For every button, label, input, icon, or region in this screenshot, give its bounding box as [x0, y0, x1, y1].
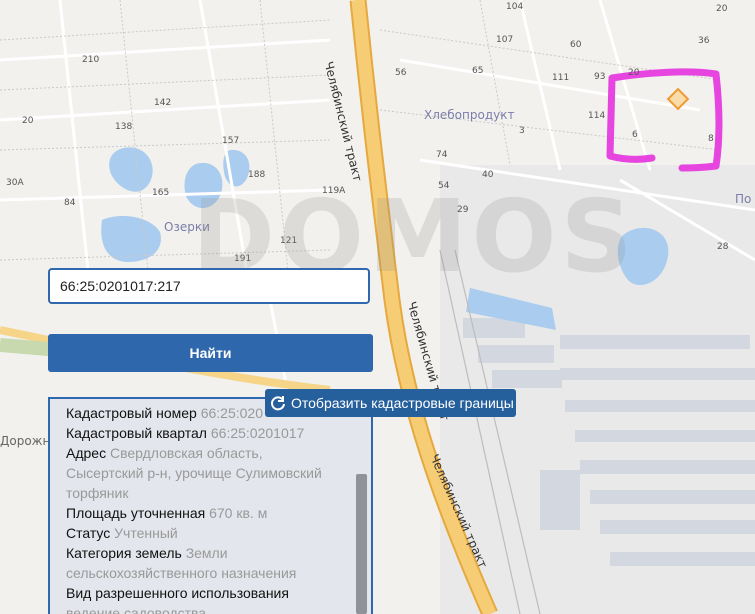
find-button[interactable]: Найти — [48, 334, 373, 372]
info-value: Земли — [185, 545, 228, 561]
map-label: 56 — [395, 68, 407, 78]
info-value: Свердловская область, — [109, 445, 263, 461]
info-key: Вид разрешенного использования — [66, 585, 289, 601]
map-label: 138 — [115, 122, 133, 132]
map-label: 93 — [594, 72, 606, 82]
info-address-line2: Сысертский р-н, урочище Сулимовский — [66, 465, 322, 481]
info-usage: Вид разрешенного использования — [66, 583, 356, 603]
show-cadastral-borders-button[interactable]: Отобразить кадастровые границы — [265, 389, 516, 417]
info-key: Кадастровый номер — [66, 405, 197, 421]
info-status: Статус Учтенный — [66, 523, 356, 543]
info-address: Адрес Свердловская область, — [66, 443, 356, 463]
info-category: Категория земель Земли — [66, 543, 356, 563]
map-label: 30A — [6, 178, 24, 188]
map-label: 165 — [152, 188, 170, 198]
map-label: 111 — [552, 73, 570, 83]
map-label: 210 — [82, 55, 100, 65]
info-value: 66:25:020 — [200, 405, 263, 421]
info-usage-value: ведение садоводства — [66, 605, 207, 614]
map-label: 20 — [628, 68, 640, 78]
map-label: 84 — [64, 198, 76, 208]
map-label: 8 — [708, 134, 714, 144]
panel-scrollbar[interactable] — [356, 474, 367, 614]
map-label: 65 — [472, 66, 484, 76]
map-label: 74 — [436, 150, 448, 160]
info-key: Площадь уточненная — [66, 505, 206, 521]
map-label: 20 — [22, 116, 34, 126]
place-label-khleboprodukt: Хлебопродукт — [424, 108, 515, 122]
info-value: 66:25:0201017 — [210, 425, 305, 441]
cadastral-search-input[interactable] — [48, 268, 370, 304]
info-area: Площадь уточненная 670 кв. м — [66, 503, 356, 523]
map-label: 157 — [222, 136, 240, 146]
info-cad-quarter: Кадастровый квартал 66:25:0201017 — [66, 423, 356, 443]
info-key: Категория земель — [66, 545, 182, 561]
place-label-po: По — [735, 192, 752, 206]
info-key: Статус — [66, 525, 111, 541]
map-label: 20 — [716, 4, 728, 14]
refresh-icon — [271, 396, 285, 411]
map-label: 104 — [506, 2, 524, 12]
map-label: 107 — [496, 35, 514, 45]
info-value: 670 кв. м — [209, 505, 268, 521]
map-label: 3 — [519, 126, 525, 136]
info-key: Кадастровый квартал — [66, 425, 207, 441]
info-value: Учтенный — [114, 525, 178, 541]
map-label: 6 — [632, 130, 638, 140]
map-label: 36 — [698, 36, 710, 46]
show-cadastral-borders-label: Отобразить кадастровые границы — [291, 395, 514, 411]
parcel-info-panel: Кадастровый номер 66:25:020 Кадастровый … — [48, 397, 373, 614]
info-category-line2: сельскохозяйственного назначения — [66, 565, 297, 581]
road-label: Дорожн — [0, 434, 51, 448]
info-key: Адрес — [66, 445, 107, 461]
map-label: 114 — [588, 111, 606, 121]
map-label: 28 — [717, 242, 729, 252]
map-label: 60 — [570, 40, 582, 50]
info-address-line3: торфяник — [66, 485, 129, 501]
map-label: 142 — [154, 98, 172, 108]
